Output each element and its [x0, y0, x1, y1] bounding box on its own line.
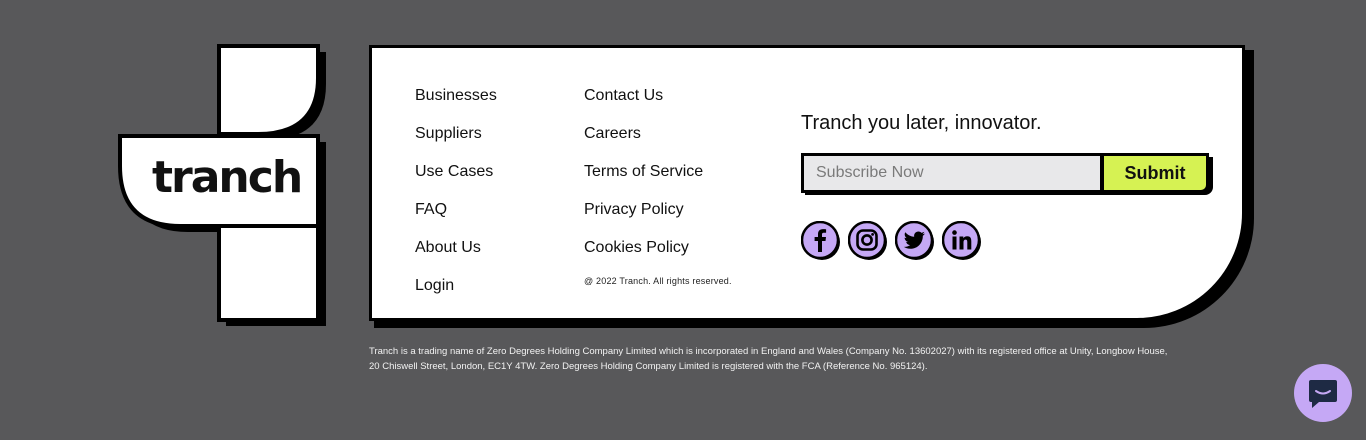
- nav-use-cases[interactable]: Use Cases: [415, 160, 497, 198]
- legal-line-2: 20 Chiswell Street, London, EC1Y 4TW. Ze…: [369, 361, 928, 372]
- nav-privacy-policy[interactable]: Privacy Policy: [584, 198, 703, 236]
- nav-about-us[interactable]: About Us: [415, 236, 497, 274]
- nav-terms-of-service[interactable]: Terms of Service: [584, 160, 703, 198]
- linkedin-icon[interactable]: [942, 221, 982, 261]
- tranch-logo[interactable]: tranch: [116, 44, 332, 328]
- chat-bubble-icon: [1309, 380, 1337, 408]
- copyright-text: @ 2022 Tranch. All rights reserved.: [584, 276, 732, 286]
- footer-nav-secondary: Contact Us Careers Terms of Service Priv…: [584, 84, 703, 274]
- logo-wordmark: tranch: [152, 152, 303, 203]
- legal-line-1: Tranch is a trading name of Zero Degrees…: [369, 346, 1168, 357]
- nav-businesses[interactable]: Businesses: [415, 84, 497, 122]
- nav-cookies-policy[interactable]: Cookies Policy: [584, 236, 703, 274]
- nav-faq[interactable]: FAQ: [415, 198, 497, 236]
- chat-widget-button[interactable]: [1294, 364, 1352, 422]
- footer-card: Businesses Suppliers Use Cases FAQ About…: [369, 45, 1245, 321]
- twitter-icon[interactable]: [895, 221, 935, 261]
- instagram-icon[interactable]: [848, 221, 888, 261]
- subscribe-form: Submit: [801, 153, 1213, 195]
- facebook-icon[interactable]: [801, 221, 841, 261]
- nav-suppliers[interactable]: Suppliers: [415, 122, 497, 160]
- nav-login[interactable]: Login: [415, 274, 497, 312]
- newsletter-tagline: Tranch you later, innovator.: [801, 112, 1042, 134]
- legal-disclaimer: Tranch is a trading name of Zero Degrees…: [369, 344, 1249, 374]
- nav-careers[interactable]: Careers: [584, 122, 703, 160]
- submit-button[interactable]: Submit: [1101, 153, 1209, 193]
- subscribe-email-input[interactable]: [801, 153, 1103, 193]
- footer-nav-primary: Businesses Suppliers Use Cases FAQ About…: [415, 84, 497, 312]
- nav-contact-us[interactable]: Contact Us: [584, 84, 703, 122]
